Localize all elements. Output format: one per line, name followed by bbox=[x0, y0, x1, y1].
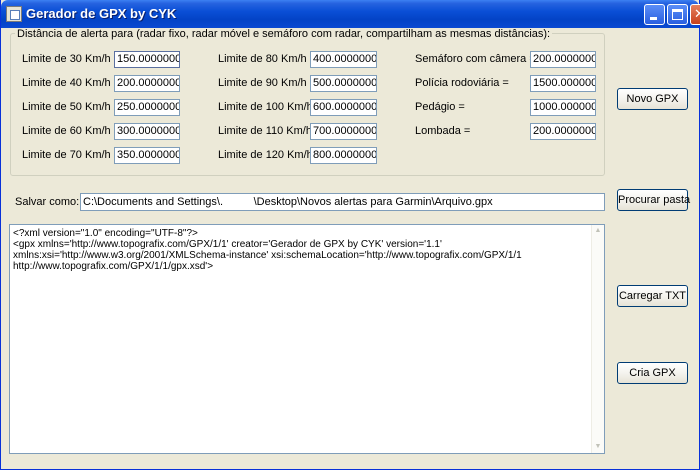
maximize-button[interactable] bbox=[667, 4, 688, 25]
limit-100-input[interactable]: 600.0000000 bbox=[310, 99, 377, 116]
limit-70-input[interactable]: 350.0000000 bbox=[114, 147, 180, 164]
toll-input[interactable]: 1000.0000000 bbox=[530, 99, 596, 116]
limit-50-input[interactable]: 250.0000000 bbox=[114, 99, 180, 116]
limit-80-label: Limite de 80 Km/h = bbox=[218, 53, 317, 65]
close-button[interactable]: ✕ bbox=[690, 4, 700, 25]
limit-90-input[interactable]: 500.0000000 bbox=[310, 75, 377, 92]
gpx-output-text: <?xml version="1.0" encoding="UTF-8"?> <… bbox=[13, 228, 522, 272]
limit-110-label: Limite de 110 Km/h = bbox=[218, 125, 322, 137]
limit-40-label: Limite de 40 Km/h = bbox=[22, 77, 121, 89]
maximize-icon bbox=[672, 9, 683, 20]
limit-60-input[interactable]: 300.0000000 bbox=[114, 123, 180, 140]
load-txt-button[interactable]: Carregar TXT bbox=[617, 285, 688, 307]
traffic-camera-label: Semáforo com câmera = bbox=[415, 53, 536, 65]
limit-60-label: Limite de 60 Km/h = bbox=[22, 125, 121, 137]
limit-70-label: Limite de 70 Km/h = bbox=[22, 149, 121, 161]
vertical-scrollbar[interactable]: ▲ ▼ bbox=[591, 225, 604, 453]
title-bar[interactable]: Gerador de GPX by CYK ✕ bbox=[1, 0, 700, 28]
scroll-up-icon[interactable]: ▲ bbox=[592, 225, 604, 237]
app-icon[interactable] bbox=[6, 6, 22, 22]
highway-police-label: Polícia rodoviária = bbox=[415, 77, 509, 89]
save-path-input[interactable]: C:\Documents and Settings\. \Desktop\Nov… bbox=[80, 193, 605, 211]
limit-90-label: Limite de 90 Km/h = bbox=[218, 77, 317, 89]
new-gpx-button[interactable]: Novo GPX bbox=[617, 88, 688, 110]
scroll-down-icon[interactable]: ▼ bbox=[592, 441, 604, 453]
gpx-output-textarea[interactable]: <?xml version="1.0" encoding="UTF-8"?> <… bbox=[9, 224, 605, 454]
close-icon: ✕ bbox=[694, 7, 700, 21]
limit-30-label: Limite de 30 Km/h = bbox=[22, 53, 121, 65]
highway-police-input[interactable]: 1500.0000000 bbox=[530, 75, 596, 92]
limit-120-label: Limite de 120 Km/h = bbox=[218, 149, 323, 161]
limit-110-input[interactable]: 700.0000000 bbox=[310, 123, 377, 140]
limit-40-input[interactable]: 200.0000000 bbox=[114, 75, 180, 92]
minimize-button[interactable] bbox=[644, 4, 665, 25]
limit-120-input[interactable]: 800.0000000 bbox=[310, 147, 377, 164]
group-legend: Distância de alerta para (radar fixo, ra… bbox=[15, 28, 553, 40]
speed-bump-input[interactable]: 200.0000000 bbox=[530, 123, 596, 140]
create-gpx-button[interactable]: Cria GPX bbox=[617, 362, 688, 384]
window-title: Gerador de GPX by CYK bbox=[26, 6, 177, 21]
limit-30-input[interactable]: 150.0000000 bbox=[114, 51, 180, 68]
app-window: Gerador de GPX by CYK ✕ Distância de ale… bbox=[0, 0, 700, 470]
limit-100-label: Limite de 100 Km/h = bbox=[218, 101, 323, 113]
traffic-camera-input[interactable]: 200.0000000 bbox=[530, 51, 596, 68]
save-as-label: Salvar como: bbox=[15, 196, 80, 208]
speed-bump-label: Lombada = bbox=[415, 125, 471, 137]
minimize-icon bbox=[650, 17, 657, 20]
limit-50-label: Limite de 50 Km/h = bbox=[22, 101, 121, 113]
limit-80-input[interactable]: 400.0000000 bbox=[310, 51, 377, 68]
toll-label: Pedágio = bbox=[415, 101, 465, 113]
browse-folder-button[interactable]: Procurar pasta bbox=[617, 189, 690, 211]
